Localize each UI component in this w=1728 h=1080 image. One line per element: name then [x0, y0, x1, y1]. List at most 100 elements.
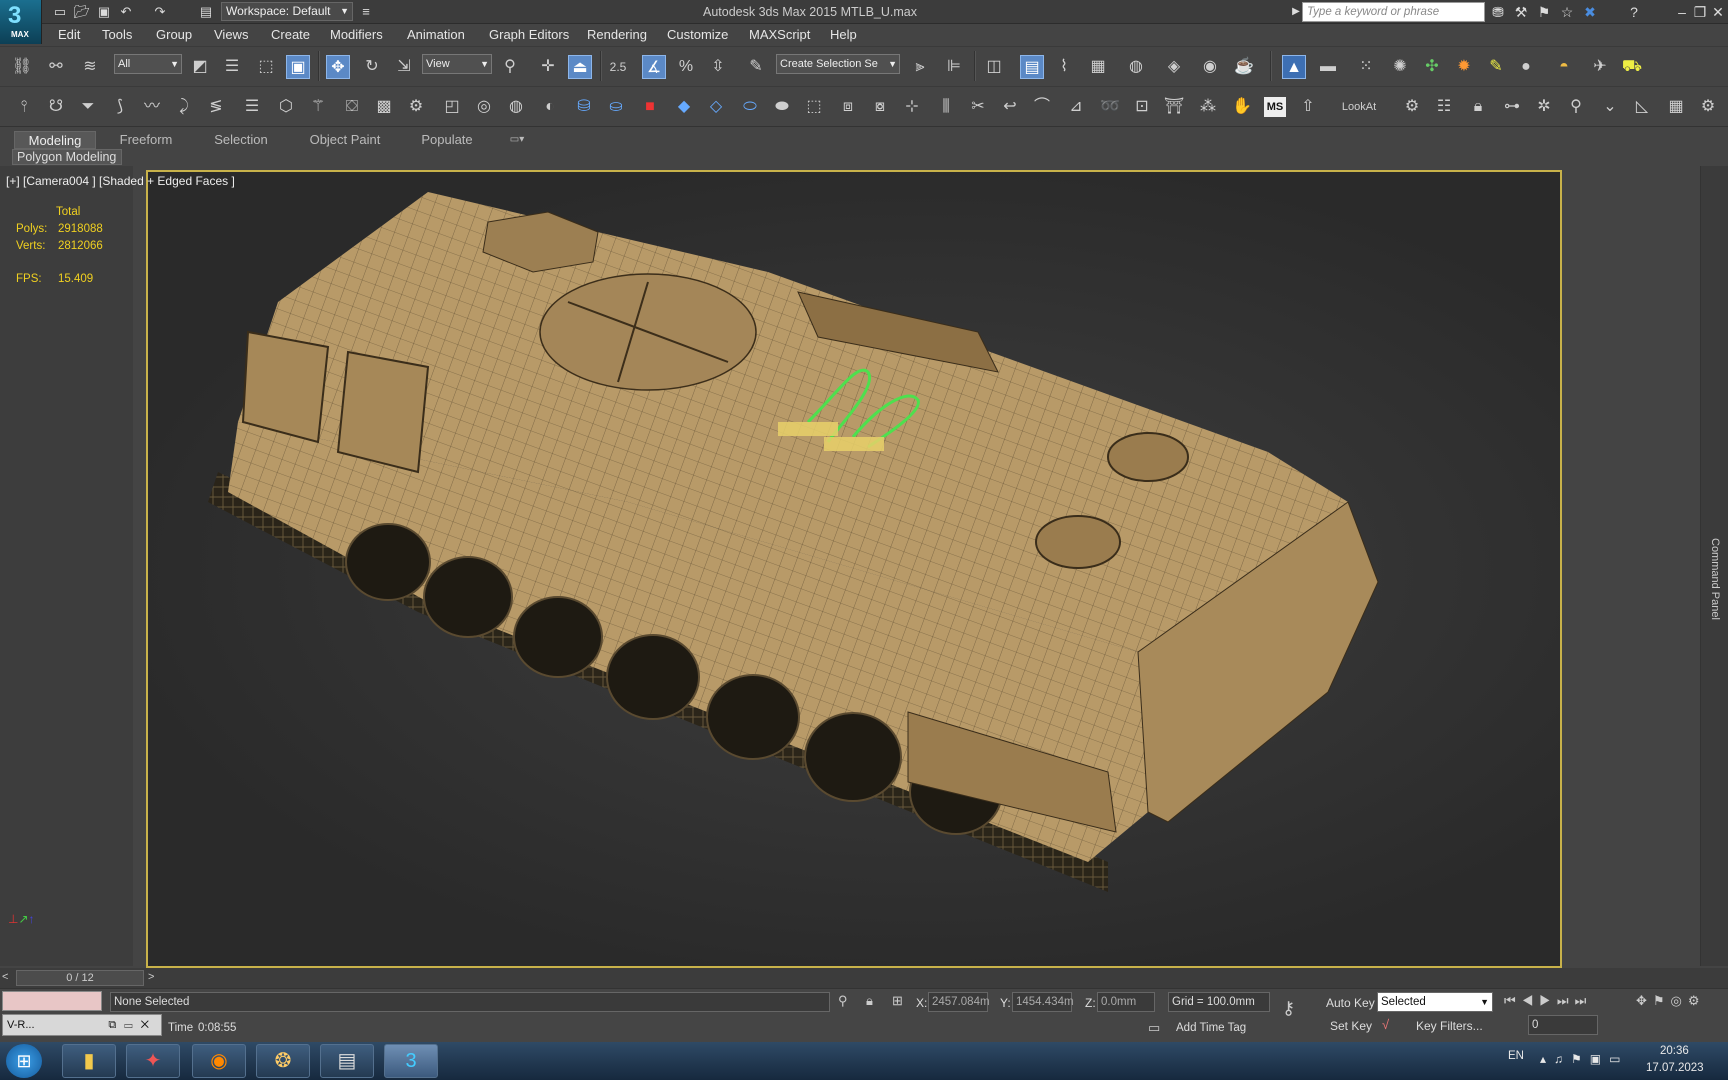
y-coordinate-field[interactable]: 1454.434m [1012, 992, 1074, 1012]
restore-icon[interactable]: ❐ [1690, 2, 1710, 22]
menu-create[interactable]: Create [271, 27, 310, 42]
vray-proxy-icon[interactable]: ✣ [1420, 55, 1444, 79]
noise-icon[interactable]: 〰 [140, 95, 164, 119]
select-and-scale-icon[interactable]: ⇲ [392, 55, 416, 79]
stack-icon[interactable]: ☰ [240, 95, 264, 119]
vray-taskbar-window[interactable]: V-R... ⧉▭✕ [2, 1014, 162, 1036]
cube-outline-icon[interactable]: ⬚ [802, 95, 826, 119]
lookat-button[interactable]: LookAt [1336, 95, 1382, 119]
cylinder-icon[interactable]: ⛁ [572, 95, 596, 119]
render-setup-icon[interactable]: ◈ [1162, 55, 1186, 79]
list-icon[interactable]: ☷ [1432, 95, 1456, 119]
vray-camera-icon[interactable]: ⛟ [1620, 55, 1644, 79]
language-indicator[interactable]: EN [1508, 1050, 1524, 1062]
close-icon[interactable]: ✕ [1708, 2, 1728, 22]
maxscript-mini-listener[interactable] [2, 991, 102, 1011]
gear-outline-icon[interactable]: ✲ [1532, 95, 1556, 119]
spinner-snap-icon[interactable]: ⇳ [706, 55, 730, 79]
current-frame-field[interactable]: 0 [1528, 1015, 1598, 1035]
menu-edit[interactable]: Edit [58, 27, 80, 42]
material-editor-icon[interactable]: ◍ [1124, 55, 1148, 79]
rectangular-selection-icon[interactable]: ⬚ [254, 55, 278, 79]
key-icon[interactable]: ⚷ [1282, 998, 1295, 1019]
toggle-ribbon-icon[interactable]: ▤ [1020, 55, 1044, 79]
vray-fur-icon[interactable]: ✺ [1388, 55, 1412, 79]
align-icon[interactable]: ⊫ [942, 55, 966, 79]
box-red-icon[interactable]: ■ [638, 95, 662, 119]
menu-rendering[interactable]: Rendering [587, 27, 647, 42]
box-icon[interactable]: ◆ [672, 95, 696, 119]
named-selection-dropdown[interactable]: Create Selection Se ▼ [776, 54, 900, 74]
playback-controls[interactable]: ⏮◀▶⏭⏭ [1504, 993, 1592, 1009]
menu-help[interactable]: Help [830, 27, 857, 42]
unlink-icon[interactable]: ⚯ [44, 55, 68, 79]
select-manipulate-icon[interactable]: ✛ [536, 55, 560, 79]
vray-dome-icon[interactable]: ◓ [1552, 55, 1576, 79]
polygon-modeling-panel[interactable]: Polygon Modeling [12, 149, 122, 165]
disc-icon[interactable]: ⬬ [770, 95, 794, 119]
menu-group[interactable]: Group [156, 27, 192, 42]
help-icon[interactable]: ? [1624, 2, 1644, 22]
tube-icon[interactable]: ⛀ [604, 95, 628, 119]
add-time-tag-button[interactable]: Add Time Tag [1176, 1022, 1246, 1034]
reference-coordinate-dropdown[interactable]: View ▼ [422, 54, 492, 74]
start-button[interactable]: ⊞ [6, 1044, 42, 1078]
edit-named-selection-icon[interactable]: ✎ [744, 55, 768, 79]
menu-maxscript[interactable]: MAXScript [749, 27, 810, 42]
percent-snap-icon[interactable]: % [674, 55, 698, 79]
ffd-icon[interactable]: ⬡ [274, 95, 298, 119]
taper-icon[interactable]: ⏷ [76, 95, 100, 119]
redo-icon[interactable]: ↷ [150, 3, 170, 21]
shell-icon[interactable]: ⛋ [340, 95, 364, 119]
key-filter-curve-icon[interactable]: √ [1382, 1017, 1389, 1032]
viewport-nav-controls[interactable]: ✥⚑◎⚙ [1636, 993, 1706, 1009]
modifier-icon[interactable]: ⫯ [12, 95, 36, 119]
workspace-dropdown[interactable]: Workspace: Default ▼ [221, 2, 353, 21]
graph-icon[interactable]: ⊿ [1064, 95, 1088, 119]
mesh-icon[interactable]: ⧈ [836, 95, 860, 119]
undo-icon[interactable]: ↶ [116, 3, 136, 21]
z-coordinate-field[interactable]: 0.0mm [1097, 992, 1155, 1012]
vray-tools-icon[interactable]: ▬ [1316, 55, 1340, 79]
isolate-icon[interactable]: ⚲ [838, 993, 848, 1009]
layer-explorer-icon[interactable]: ◫ [982, 55, 1006, 79]
app-taskbar-icon[interactable]: ✦ [126, 1044, 180, 1078]
lattice-mesh-icon[interactable]: ⧇ [868, 95, 892, 119]
key-mode-dropdown[interactable]: Selected ▼ [1377, 992, 1493, 1012]
gear-icon[interactable]: ⚙ [1400, 95, 1424, 119]
snaps-toggle-icon[interactable]: 2.5 [606, 55, 630, 79]
squeeze-icon[interactable]: ≶ [204, 95, 228, 119]
vray-frame-buffer-icon[interactable]: ▲ [1282, 55, 1306, 79]
plane-icon[interactable]: ◇ [704, 95, 728, 119]
wrench-icon[interactable]: ⚙ [404, 95, 428, 119]
set-key-button[interactable]: Set Key [1330, 1019, 1372, 1033]
maxscript-listener-icon[interactable]: MS [1264, 97, 1286, 117]
angle-snap-icon[interactable]: ∡ [642, 55, 666, 79]
ramp-icon[interactable]: ◺ [1630, 95, 1654, 119]
open-file-icon[interactable]: 📂︎ [72, 3, 92, 21]
time-slider[interactable]: 0 / 12 [16, 970, 144, 986]
nail-icon[interactable]: ⚲ [1564, 95, 1588, 119]
subscription-icon[interactable]: ⚒ [1511, 2, 1531, 22]
new-file-icon[interactable]: ▭ [50, 3, 70, 21]
auto-key-button[interactable]: Auto Key [1326, 996, 1375, 1010]
settings-icon[interactable]: ⚙ [1696, 95, 1720, 119]
tab-modeling[interactable]: Modeling [14, 131, 96, 149]
viewport-label[interactable]: [+] [Camera004 ] [Shaded + Edged Faces ] [6, 174, 235, 188]
uvw-icon[interactable]: ◰ [440, 95, 464, 119]
time-tag-icon[interactable]: ▭ [1148, 1020, 1160, 1036]
curve-editor-icon[interactable]: ⌇ [1052, 55, 1076, 79]
turbosmooth-icon[interactable]: ◎ [472, 95, 496, 119]
menu-views[interactable]: Views [214, 27, 248, 42]
document-taskbar-icon[interactable]: ▤ [320, 1044, 374, 1078]
link-icon[interactable]: ⛓ [10, 55, 34, 79]
bridge-icon[interactable]: ⛩ [1162, 95, 1186, 119]
favorites-icon[interactable]: ☆ [1557, 2, 1577, 22]
select-and-rotate-icon[interactable]: ↻ [360, 55, 384, 79]
schematic-view-icon[interactable]: ▦ [1086, 55, 1110, 79]
command-panel-tab[interactable]: Command Panel [1700, 166, 1728, 966]
align-mod-icon[interactable]: ⊶ [1500, 95, 1524, 119]
mirror-mod-icon[interactable]: ⫼ [934, 95, 958, 119]
search-input[interactable]: Type a keyword or phrase [1302, 2, 1485, 22]
x-coordinate-field[interactable]: 2457.084m [928, 992, 990, 1012]
